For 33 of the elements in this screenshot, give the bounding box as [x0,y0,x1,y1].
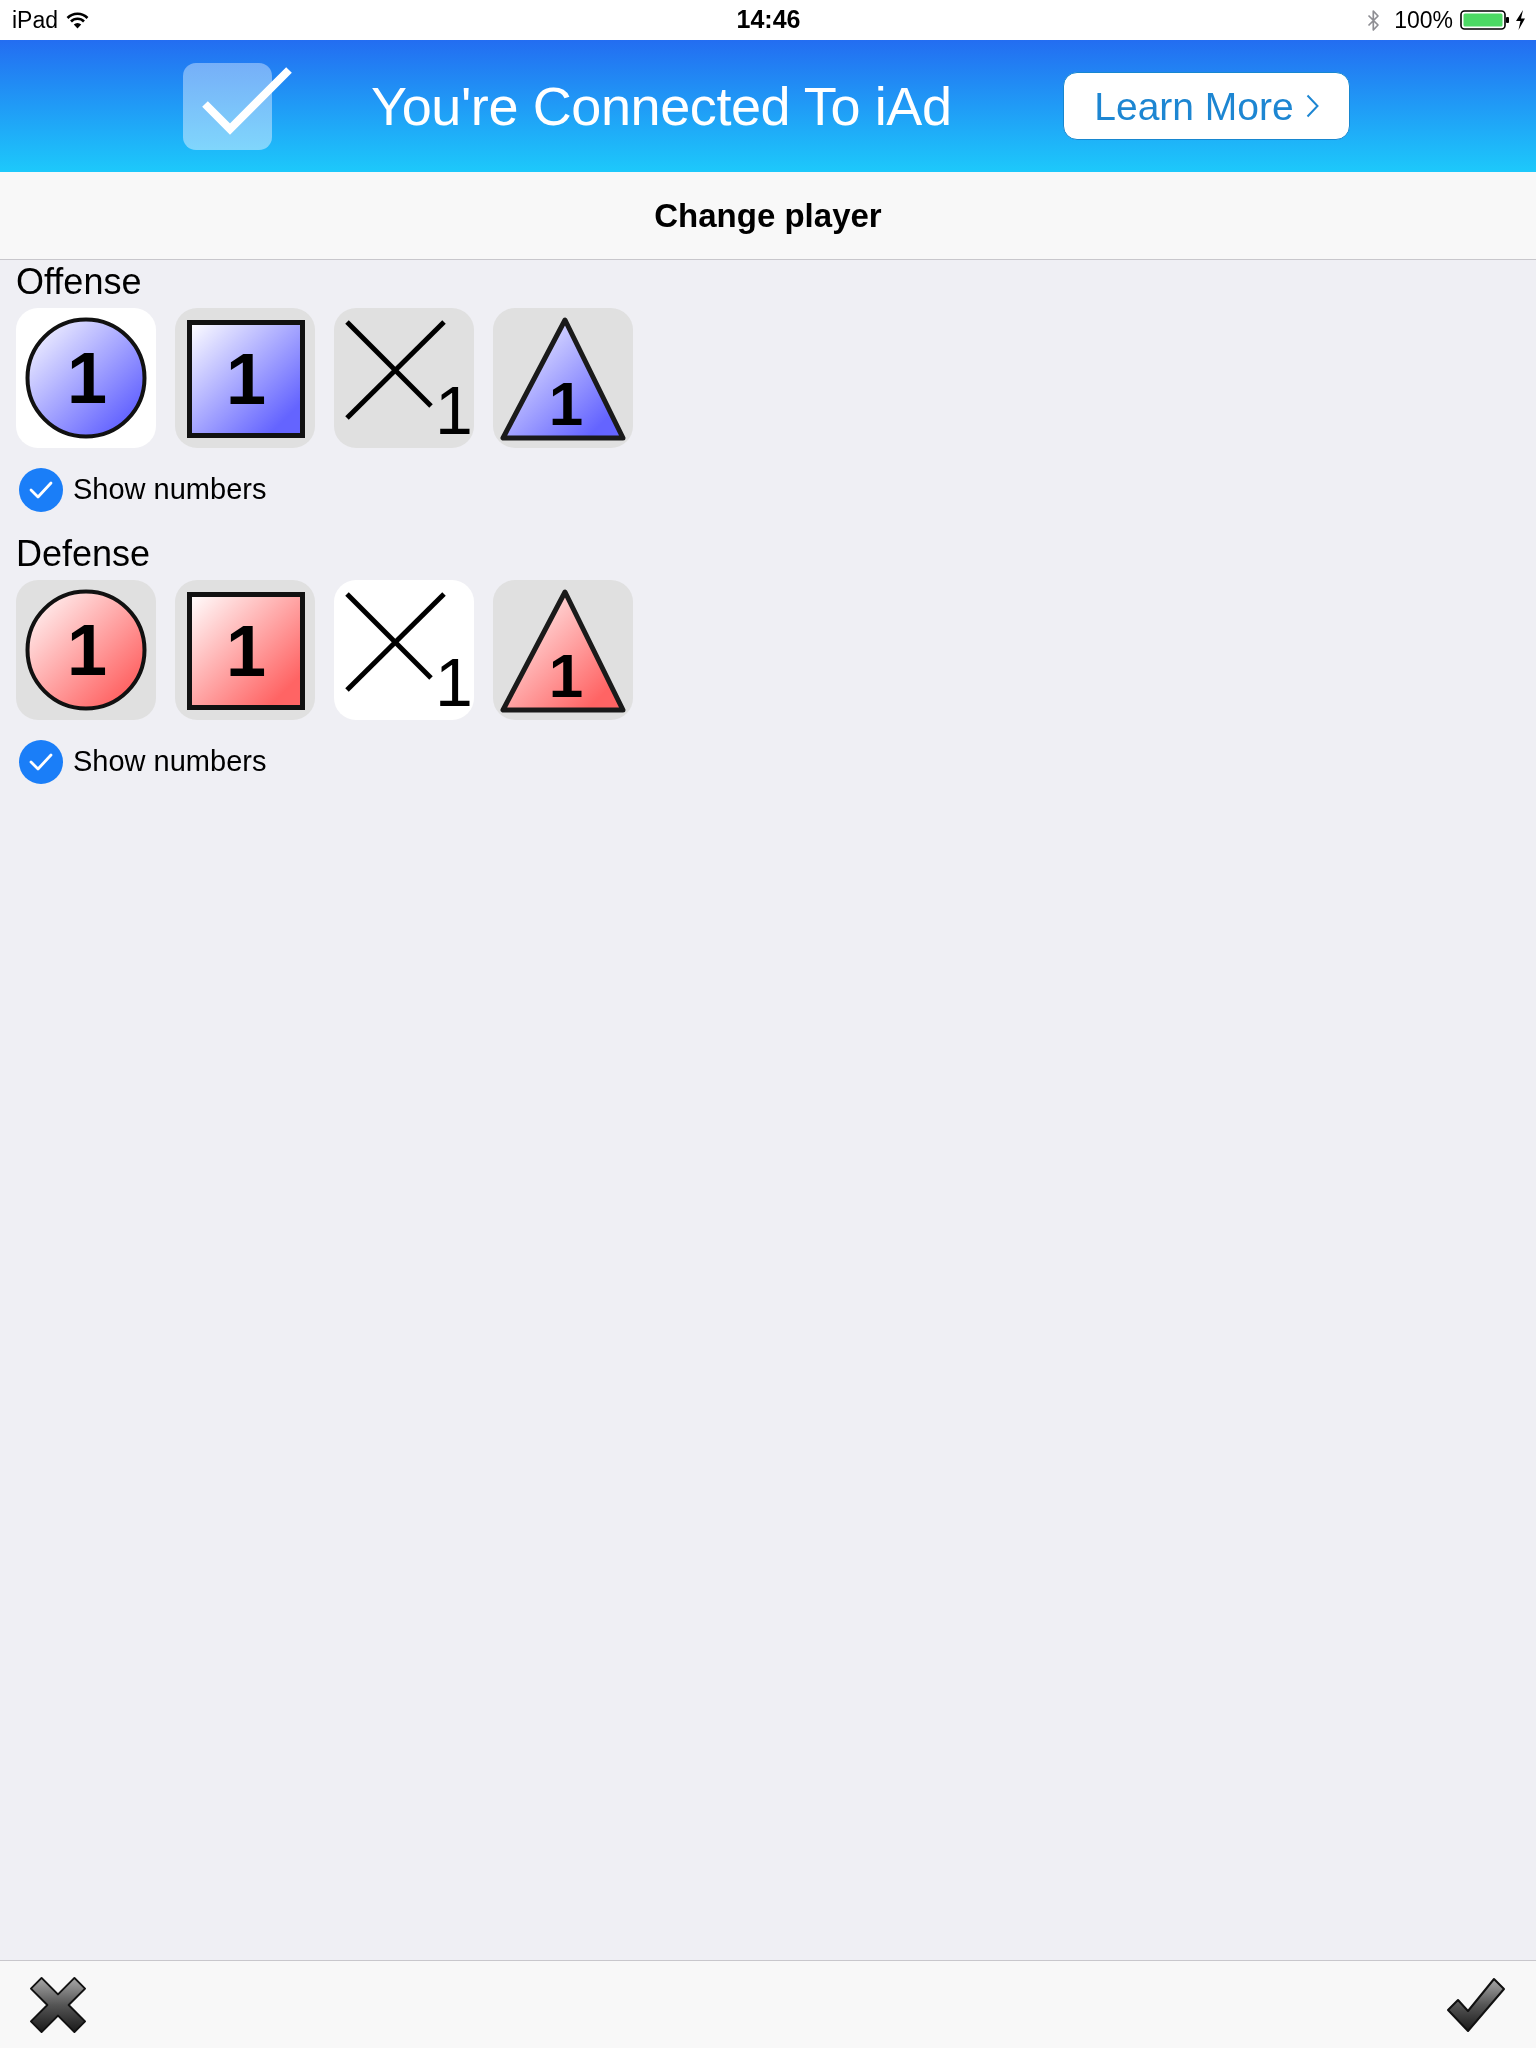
battery-percent: 100% [1394,5,1453,35]
bluetooth-icon [1367,8,1381,32]
symbol-option[interactable]: 1 [493,580,633,720]
checkmark-icon [1446,1976,1506,2033]
section-title: Offense [16,262,142,302]
checkbox[interactable] [19,468,63,512]
symbol-option[interactable]: 1 [175,580,315,720]
symbol-option[interactable]: 1 [16,308,156,448]
chevron-right-icon [1305,94,1319,118]
battery-icon [1460,9,1510,31]
carrier-label: iPad [12,5,59,35]
screen-title: Change player [654,195,882,236]
x-icon [29,1975,87,2034]
ad-title: You're Connected To iAd [371,74,952,138]
checkmark-tile-icon [183,62,293,150]
symbol-option[interactable]: 1 [175,308,315,448]
checkbox-label: Show numbers [73,472,267,508]
symbol-option[interactable]: 1 [493,308,633,448]
symbol-option[interactable]: 1 [334,308,474,448]
section-title: Defense [16,534,151,574]
symbol-option[interactable]: 1 [334,580,474,720]
checkbox-label: Show numbers [73,744,267,780]
circle-marker-icon [25,317,147,439]
cancel-button[interactable] [29,1975,87,2034]
symbol-option[interactable]: 1 [16,580,156,720]
checkmark-icon [29,481,53,499]
checkmark-icon [29,753,53,771]
done-button[interactable] [1446,1976,1506,2033]
clock-time: 14:46 [736,4,801,36]
checkbox[interactable] [19,740,63,784]
circle-marker-icon [25,589,147,711]
wifi-icon [66,11,90,29]
learn-more-button[interactable]: Learn More [1063,72,1350,140]
